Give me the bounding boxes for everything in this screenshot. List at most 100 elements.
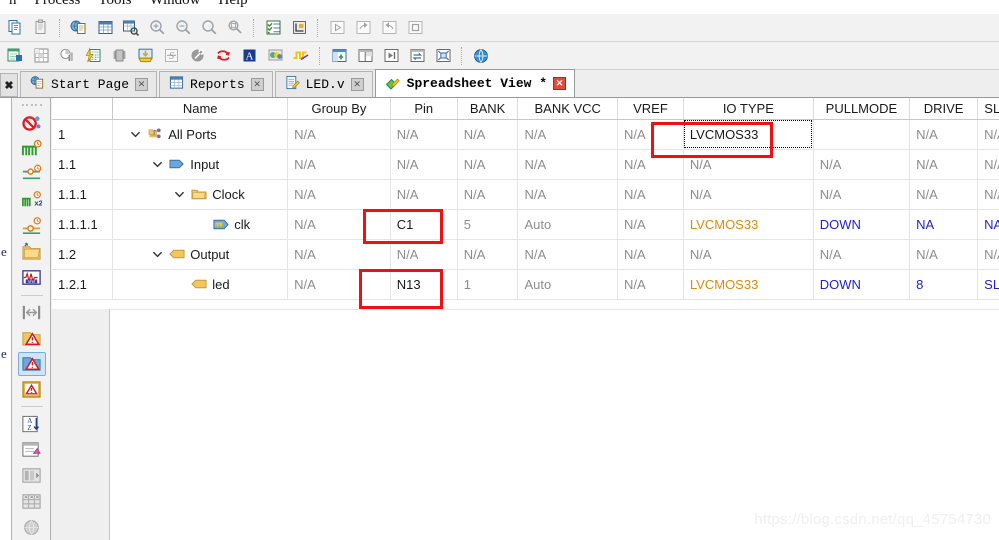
cell-pullmode[interactable]: N/A	[813, 239, 911, 270]
cell-pullmode[interactable]: N/A	[813, 149, 911, 180]
cell-vref[interactable]: N/A	[617, 119, 684, 150]
tab-spreadsheet-view[interactable]: Spreadsheet View * ✕	[374, 69, 576, 97]
row-number[interactable]: 1.1.1.1	[52, 209, 114, 240]
row-number[interactable]: 1	[52, 119, 114, 150]
column-header-bank[interactable]: BANK	[457, 98, 519, 120]
zoom-select-icon[interactable]	[223, 16, 247, 40]
cell-slewrate[interactable]: N/A	[977, 239, 999, 270]
cell-group-by[interactable]: N/A	[287, 149, 391, 180]
cell-io-type[interactable]: LVCMOS33	[683, 269, 814, 300]
web-icon[interactable]	[469, 44, 493, 68]
cell-vref[interactable]: N/A	[617, 149, 684, 180]
row-number[interactable]: 1.1	[52, 149, 114, 180]
warning-down-icon[interactable]	[18, 326, 46, 350]
cell-bank[interactable]: N/A	[457, 239, 519, 270]
table-row[interactable]: 1.1.1ClockN/AN/AN/AN/AN/AN/AN/AN/AN/A	[52, 179, 999, 210]
cell-io-type[interactable]: LVCMOS33	[683, 119, 814, 150]
cell-pullmode[interactable]: DOWN	[813, 269, 911, 300]
paste-icon[interactable]	[29, 16, 53, 40]
cell-name[interactable]: All Ports	[112, 119, 289, 150]
fit-view-icon[interactable]	[431, 44, 455, 68]
zoom-fit-icon[interactable]	[197, 16, 221, 40]
panel-close-nub[interactable]: ✖	[0, 73, 18, 97]
cell-pin[interactable]: N/A	[390, 149, 458, 180]
filter-grid-icon[interactable]	[18, 490, 46, 514]
tab-close-icon[interactable]: ✕	[553, 77, 567, 90]
clock-path-icon[interactable]	[18, 163, 46, 187]
pie-report-icon[interactable]	[55, 44, 79, 68]
package-view-icon[interactable]	[119, 16, 143, 40]
wrench-icon[interactable]	[185, 44, 209, 68]
globe-disabled-icon[interactable]	[18, 515, 46, 539]
strikethrough-icon[interactable]: S	[159, 44, 183, 68]
cell-group-by[interactable]: N/A	[287, 239, 391, 270]
tab-led-v[interactable]: LED.v ✕	[274, 71, 373, 97]
cell-drive[interactable]: N/A	[909, 179, 979, 210]
cell-slewrate[interactable]: N/A	[977, 149, 999, 180]
clear-constraint-icon[interactable]	[18, 111, 46, 135]
cell-bank-vcc[interactable]: N/A	[517, 149, 618, 180]
column-header-group-by[interactable]: Group By	[287, 98, 391, 120]
cell-drive[interactable]: N/A	[909, 149, 979, 180]
column-header-slewrate[interactable]: SLEWRATE	[977, 98, 999, 120]
column-header-name[interactable]: Name	[112, 98, 289, 120]
chevron-down-icon[interactable]	[173, 188, 186, 201]
refresh-icon[interactable]	[211, 44, 235, 68]
power-calc-icon[interactable]	[81, 44, 105, 68]
table-row[interactable]: 1.1InputN/AN/AN/AN/AN/AN/AN/AN/AN/A	[52, 149, 999, 180]
cell-name[interactable]: Clock	[112, 179, 289, 210]
cell-pin[interactable]: N/A	[390, 119, 458, 150]
clock-waveform-icon[interactable]	[18, 137, 46, 161]
floorplan-icon[interactable]	[29, 44, 53, 68]
tab-close-icon[interactable]: ✕	[135, 78, 149, 91]
chip-icon[interactable]	[107, 44, 131, 68]
row-number[interactable]: 1.2.1	[52, 269, 114, 300]
cell-slewrate[interactable]: SLOW	[977, 269, 999, 300]
cell-bank-vcc[interactable]: Auto	[517, 269, 618, 300]
row-number[interactable]: 1.1.1	[52, 179, 114, 210]
cell-name[interactable]: Output	[112, 239, 289, 270]
cell-bank-vcc[interactable]: N/A	[517, 239, 618, 270]
warning-list-icon[interactable]	[18, 378, 46, 402]
cell-vref[interactable]: N/A	[617, 209, 684, 240]
menu-item-tools[interactable]: Tools	[89, 0, 140, 8]
column-header-rownum[interactable]	[52, 98, 114, 120]
copy-icon[interactable]	[3, 16, 27, 40]
cell-group-by[interactable]: N/A	[287, 209, 391, 240]
cell-group-by[interactable]: N/A	[287, 119, 391, 150]
sort-az-icon[interactable]: A Z	[18, 412, 46, 436]
tab-reports[interactable]: Reports ✕	[159, 71, 273, 97]
rerun-icon[interactable]	[377, 16, 401, 40]
cell-bank[interactable]: 1	[457, 269, 519, 300]
chevron-down-icon[interactable]	[129, 128, 142, 141]
cell-pullmode[interactable]	[813, 119, 911, 150]
cell-drive[interactable]: N/A	[909, 239, 979, 270]
tab-close-icon[interactable]: ✕	[350, 78, 364, 91]
waveform-icon[interactable]	[289, 44, 313, 68]
column-header-pin[interactable]: Pin	[390, 98, 458, 120]
collapse-all-icon[interactable]	[18, 300, 46, 324]
run-step-icon[interactable]	[351, 16, 375, 40]
cell-bank[interactable]: N/A	[457, 119, 519, 150]
column-header-io-type[interactable]: IO TYPE	[683, 98, 814, 120]
menu-item-window[interactable]: Window	[140, 0, 209, 8]
attribute-icon[interactable]: A	[237, 44, 261, 68]
cell-group-by[interactable]: N/A	[287, 269, 391, 300]
clock-divide-icon[interactable]: x2	[18, 189, 46, 213]
table-row[interactable]: 1.2OutputN/AN/AN/AN/AN/AN/AN/AN/AN/A	[52, 239, 999, 270]
hdl-icon[interactable]	[3, 44, 27, 68]
cell-pin[interactable]: C1	[390, 209, 458, 240]
next-view-icon[interactable]	[379, 44, 403, 68]
zoom-in-icon[interactable]	[145, 16, 169, 40]
cell-io-type[interactable]: LVCMOS33	[683, 209, 814, 240]
cell-vref[interactable]: N/A	[617, 269, 684, 300]
group-folder-icon[interactable]	[18, 240, 46, 264]
filter-left-icon[interactable]	[18, 464, 46, 488]
cell-group-by[interactable]: N/A	[287, 179, 391, 210]
cell-drive[interactable]: N/A	[909, 119, 979, 150]
cell-pin[interactable]: N13	[390, 269, 458, 300]
column-header-vref[interactable]: VREF	[617, 98, 684, 120]
cell-pullmode[interactable]: DOWN	[813, 209, 911, 240]
cell-io-type[interactable]: N/A	[683, 179, 814, 210]
column-header-drive[interactable]: DRIVE	[909, 98, 979, 120]
